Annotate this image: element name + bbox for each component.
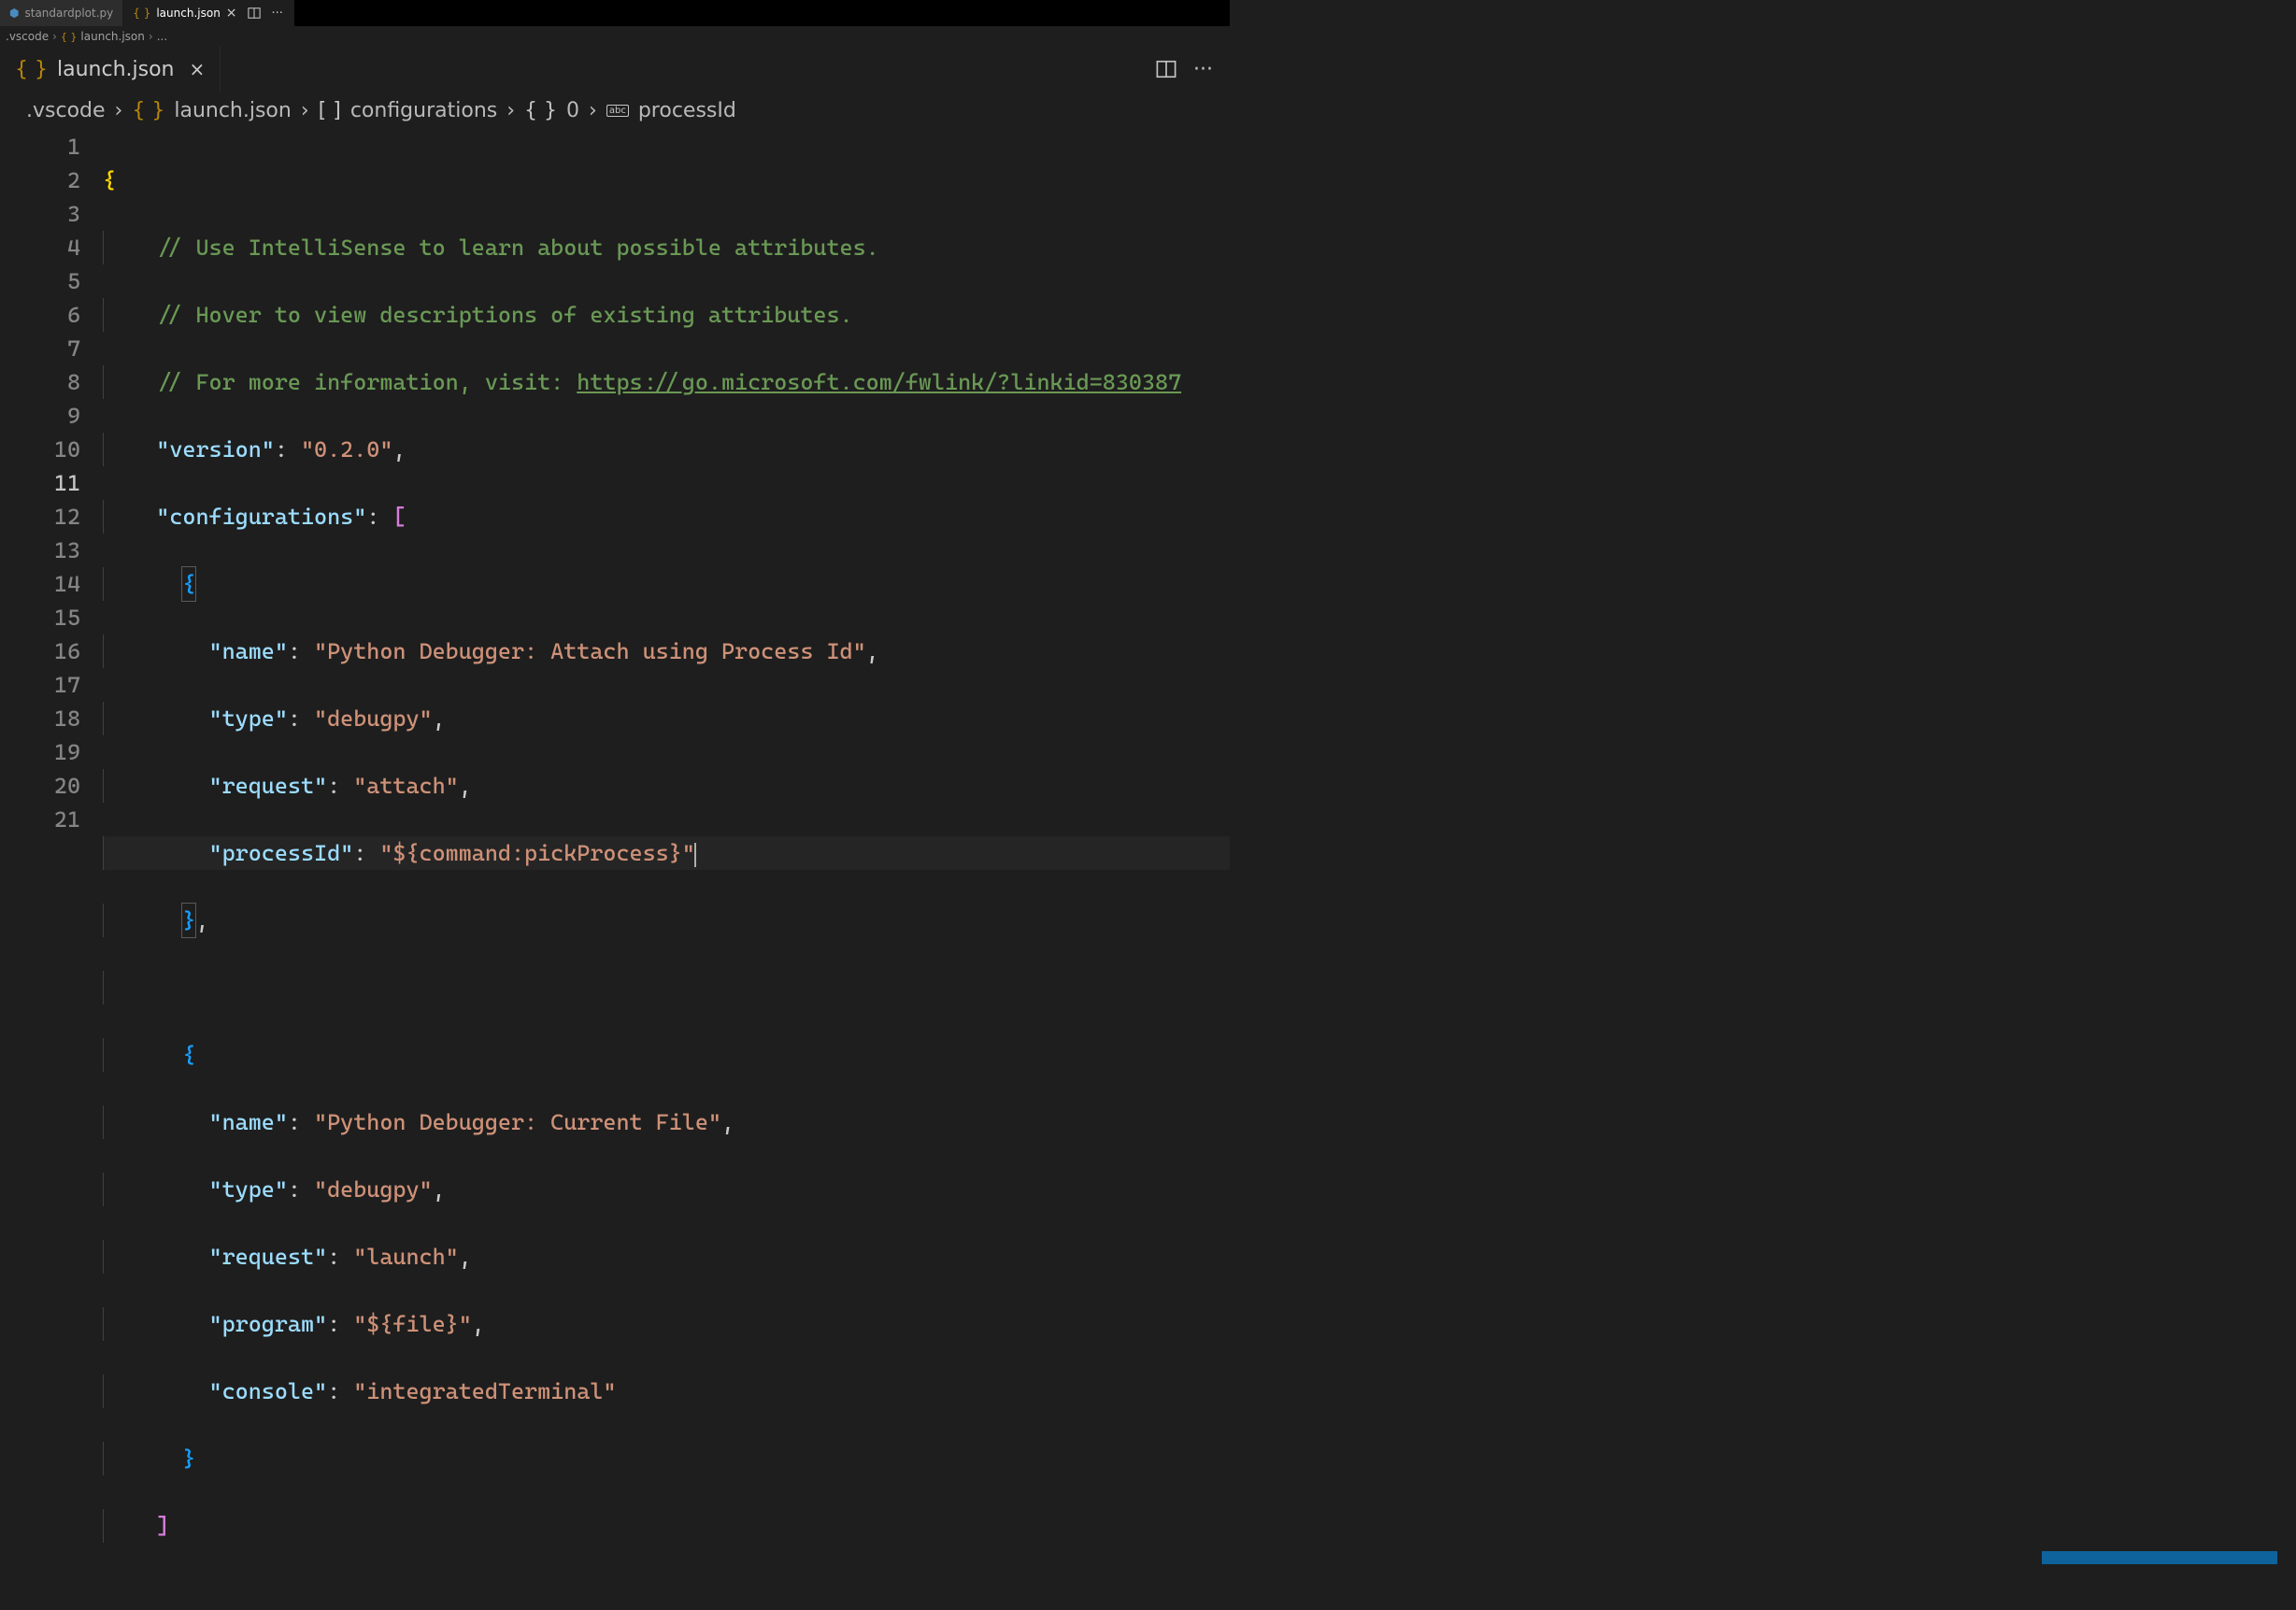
tab-bar-empty (294, 0, 1230, 26)
json-value: "${command:pickProcess}" (379, 840, 695, 866)
braces-icon: { } (132, 99, 164, 122)
json-key: "version" (156, 436, 275, 463)
chevron-right-icon: › (115, 99, 123, 122)
line-number: 21 (0, 803, 80, 836)
line-number: 4 (0, 231, 80, 264)
json-value: "launch" (353, 1244, 459, 1270)
abc-icon: abc (606, 105, 629, 117)
code-comment: // Use IntelliSense to learn about possi… (156, 235, 878, 261)
json-value: "${file}" (353, 1311, 472, 1337)
line-number: 11 (0, 466, 80, 500)
tab-label: standardplot.py (24, 7, 113, 20)
json-value: "attach" (353, 773, 459, 799)
chevron-right-icon: › (149, 30, 153, 43)
json-value: "debugpy" (314, 1176, 433, 1203)
breadcrumb-processid[interactable]: processId (638, 99, 736, 122)
chevron-right-icon: › (506, 99, 515, 122)
editor-tab-bar: { } launch.json × ··· (0, 47, 1230, 92)
breadcrumb-bar: .vscode › { } launch.json › [ ] configur… (0, 92, 1230, 130)
line-number: 20 (0, 769, 80, 803)
code-comment: // For more information, visit: (156, 369, 577, 395)
chevron-right-icon: › (301, 99, 309, 122)
more-icon[interactable]: ··· (1193, 58, 1213, 81)
editor-tab-label: launch.json (57, 58, 175, 81)
code-comment: // Hover to view descriptions of existin… (156, 302, 852, 328)
json-key: "console" (209, 1378, 328, 1404)
text-cursor (694, 843, 696, 867)
tab-label: launch.json (156, 7, 220, 20)
line-number: 5 (0, 264, 80, 298)
more-icon[interactable]: ··· (272, 7, 283, 21)
line-number: 2 (0, 164, 80, 197)
braces-icon: { } (524, 99, 557, 122)
line-number: 17 (0, 668, 80, 702)
json-value: "integratedTerminal" (353, 1378, 616, 1404)
json-value: "0.2.0" (301, 436, 392, 463)
code-content[interactable]: { // Use IntelliSense to learn about pos… (103, 130, 1230, 1610)
breadcrumb-rest[interactable]: ... (157, 30, 167, 43)
line-number: 10 (0, 433, 80, 466)
tab-standardplot[interactable]: ⬢ standardplot.py (0, 0, 123, 26)
close-icon[interactable]: × (190, 58, 206, 80)
code-link[interactable]: https://go.microsoft.com/fwlink/?linkid=… (577, 369, 1181, 395)
line-number: 18 (0, 702, 80, 735)
code-editor[interactable]: 1 2 3 4 5 6 7 8 9 10 11 12 13 14 15 16 1… (0, 130, 1230, 1610)
close-icon[interactable]: × (226, 6, 237, 21)
breadcrumb-folder[interactable]: .vscode (26, 99, 106, 122)
line-number: 9 (0, 399, 80, 433)
tab-launch-json[interactable]: { } launch.json × (123, 0, 247, 26)
chevron-right-icon: › (589, 99, 597, 122)
line-number-gutter: 1 2 3 4 5 6 7 8 9 10 11 12 13 14 15 16 1… (0, 130, 103, 1610)
line-number: 13 (0, 534, 80, 567)
line-number: 16 (0, 634, 80, 668)
json-key: "type" (209, 705, 288, 732)
json-key: "configurations" (156, 504, 366, 530)
editor-tab-launch-json[interactable]: { } launch.json × (0, 47, 221, 92)
json-key: "type" (209, 1176, 288, 1203)
json-key: "name" (209, 638, 288, 664)
split-editor-icon[interactable] (1156, 59, 1177, 79)
json-key: "program" (209, 1311, 328, 1337)
breadcrumb-file[interactable]: launch.json (80, 30, 144, 43)
breadcrumb-index[interactable]: 0 (566, 99, 579, 122)
json-key: "processId" (209, 840, 354, 866)
bottom-highlight-bar (2042, 1551, 2277, 1564)
chevron-right-icon: › (52, 30, 57, 43)
json-value: "debugpy" (314, 705, 433, 732)
line-number: 7 (0, 332, 80, 365)
json-key: "name" (209, 1109, 288, 1135)
line-number: 15 (0, 601, 80, 634)
line-number: 8 (0, 365, 80, 399)
json-value: "Python Debugger: Current File" (314, 1109, 721, 1135)
array-icon: [ ] (319, 99, 341, 122)
json-key: "request" (209, 773, 328, 799)
python-icon: ⬢ (9, 7, 19, 20)
mini-breadcrumb: .vscode › { } launch.json › ... (0, 26, 1230, 47)
breadcrumb-file[interactable]: launch.json (174, 99, 292, 122)
braces-icon: { } (15, 58, 48, 81)
breadcrumb-folder[interactable]: .vscode (6, 30, 49, 43)
braces-icon: { } (133, 7, 150, 20)
braces-icon: { } (61, 31, 78, 43)
json-value: "Python Debugger: Attach using Process I… (314, 638, 866, 664)
line-number: 6 (0, 298, 80, 332)
line-number: 1 (0, 130, 80, 164)
line-number: 14 (0, 567, 80, 601)
line-number: 19 (0, 735, 80, 769)
outer-tab-bar: ⬢ standardplot.py { } launch.json × ··· (0, 0, 1230, 26)
split-editor-icon[interactable] (248, 7, 261, 20)
line-number: 12 (0, 500, 80, 534)
breadcrumb-configurations[interactable]: configurations (350, 99, 497, 122)
line-number: 3 (0, 197, 80, 231)
json-key: "request" (209, 1244, 328, 1270)
